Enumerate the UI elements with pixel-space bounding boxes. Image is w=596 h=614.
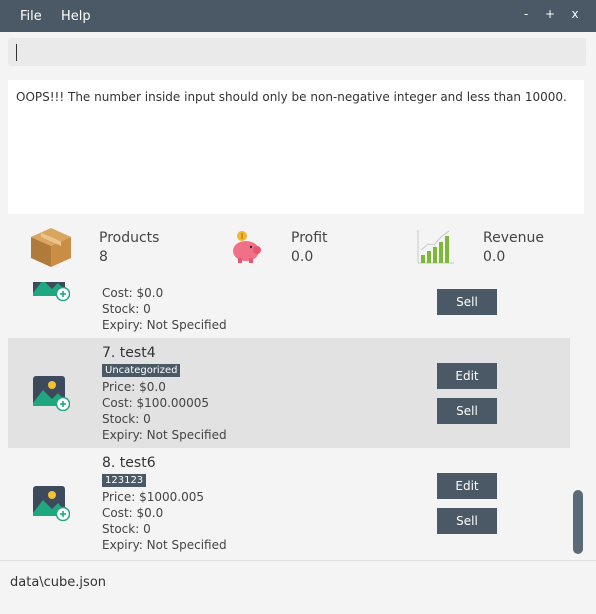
product-price: Price: $0.0: [102, 380, 166, 394]
menu-file[interactable]: File: [20, 9, 42, 24]
text-caret: [16, 44, 17, 61]
bar-chart-icon: [417, 230, 454, 264]
title-bar: File Help - + x: [0, 0, 596, 32]
category-tag: 123123: [102, 474, 147, 487]
product-cost: Cost: $0.0: [102, 506, 164, 520]
revenue-value: 0.0: [483, 249, 506, 265]
maximize-button[interactable]: +: [543, 7, 557, 21]
products-title: Products: [99, 230, 160, 246]
product-card: 7. test4 Uncategorized Price: $0.0 Cost:…: [8, 338, 570, 448]
close-button[interactable]: x: [568, 7, 582, 21]
product-name: 7. test4: [102, 345, 156, 361]
result-message: OOPS!!! The number inside input should o…: [16, 90, 567, 104]
product-card: Cost: $0.0 Stock: 0 Expiry: Not Specifie…: [8, 282, 570, 338]
profit-title: Profit: [291, 230, 328, 246]
products-value: 8: [99, 249, 108, 265]
product-cost: Cost: $0.0: [102, 286, 164, 300]
status-bar: data\cube.json: [0, 560, 596, 614]
products-stat: Products 8: [0, 220, 200, 282]
product-name: 8. test6: [102, 455, 156, 471]
add-image-icon: [33, 376, 70, 411]
command-box-panel: [0, 32, 596, 74]
product-list[interactable]: Cost: $0.0 Stock: 0 Expiry: Not Specifie…: [0, 282, 596, 560]
sell-button[interactable]: Sell: [437, 289, 497, 315]
result-display: OOPS!!! The number inside input should o…: [8, 80, 584, 214]
vertical-scrollbar[interactable]: [570, 282, 588, 560]
statistics-panel: Products 8 Profit 0.0 Revenue 0.0: [0, 220, 596, 282]
cardboard-box-icon: [31, 228, 71, 267]
minimize-button[interactable]: -: [519, 7, 533, 21]
category-tag: Uncategorized: [102, 364, 181, 377]
edit-button[interactable]: Edit: [437, 473, 497, 499]
add-image-icon: [33, 282, 70, 301]
product-card: 8. test6 123123 Price: $1000.005 Cost: $…: [8, 448, 570, 558]
profit-stat: Profit 0.0: [200, 220, 400, 282]
product-expiry: Expiry: Not Specified: [102, 538, 227, 552]
save-file-path: data\cube.json: [10, 575, 107, 590]
product-expiry: Expiry: Not Specified: [102, 428, 227, 442]
sell-button[interactable]: Sell: [437, 398, 497, 424]
scrollbar-thumb[interactable]: [573, 490, 583, 554]
result-panel: OOPS!!! The number inside input should o…: [0, 74, 596, 220]
sell-button[interactable]: Sell: [437, 508, 497, 534]
product-stock: Stock: 0: [102, 302, 151, 316]
revenue-stat: Revenue 0.0: [400, 220, 596, 282]
product-price: Price: $1000.005: [102, 490, 205, 504]
product-cost: Cost: $100.00005: [102, 396, 210, 410]
product-stock: Stock: 0: [102, 412, 151, 426]
product-expiry: Expiry: Not Specified: [102, 318, 227, 332]
command-input[interactable]: [8, 38, 586, 66]
piggy-bank-icon: [233, 231, 261, 263]
profit-value: 0.0: [291, 249, 314, 265]
revenue-title: Revenue: [483, 230, 544, 246]
add-image-icon: [33, 486, 70, 521]
product-stock: Stock: 0: [102, 522, 151, 536]
edit-button[interactable]: Edit: [437, 363, 497, 389]
menu-help[interactable]: Help: [61, 9, 91, 24]
